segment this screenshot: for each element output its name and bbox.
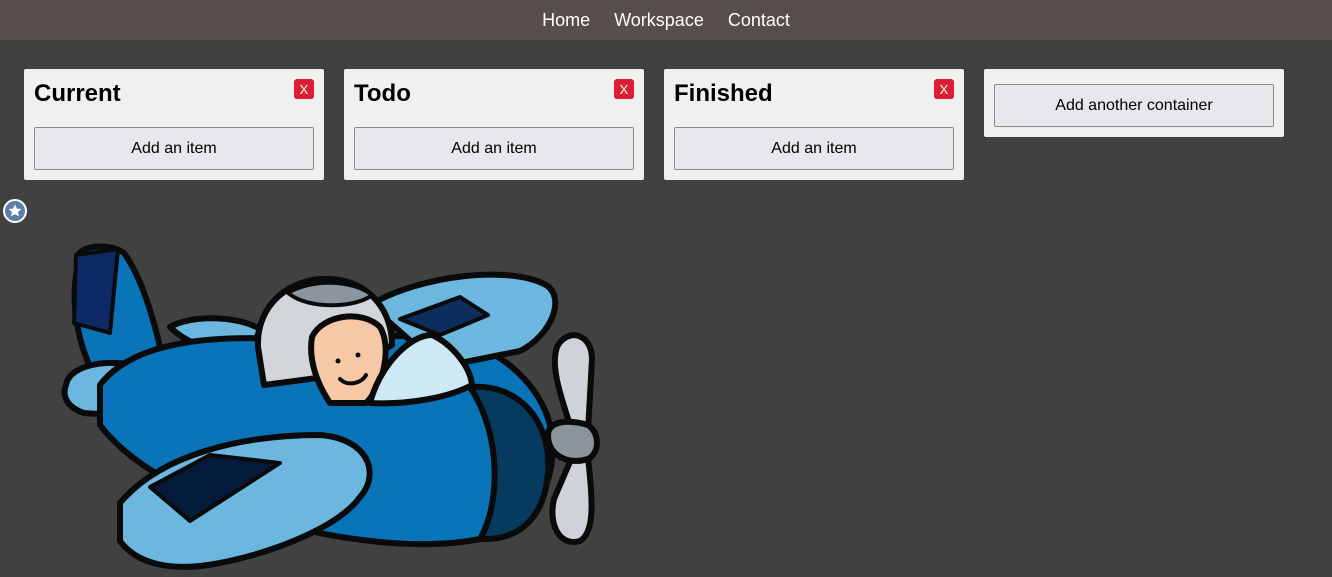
container-todo: Todo X Add an item [344,69,644,180]
nav-workspace-link[interactable]: Workspace [614,0,704,40]
airplane-illustration [61,243,600,570]
container-finished: Finished X Add an item [664,69,964,180]
close-container-button[interactable]: X [294,79,314,99]
add-container-card: Add another container [984,69,1284,137]
add-item-button[interactable]: Add an item [34,127,314,170]
nav-contact-link[interactable]: Contact [728,0,790,40]
nav-home-link[interactable]: Home [542,0,590,40]
star-badge-icon[interactable] [3,199,27,223]
add-container-button[interactable]: Add another container [994,84,1274,127]
add-item-button[interactable]: Add an item [674,127,954,170]
close-container-button[interactable]: X [614,79,634,99]
add-item-button[interactable]: Add an item [354,127,634,170]
container-title: Finished [674,80,773,107]
container-current: Current X Add an item [24,69,324,180]
container-title: Current [34,80,121,107]
close-container-button[interactable]: X [934,79,954,99]
container-title: Todo [354,80,411,107]
top-navigation: Home Workspace Contact [0,0,1332,40]
